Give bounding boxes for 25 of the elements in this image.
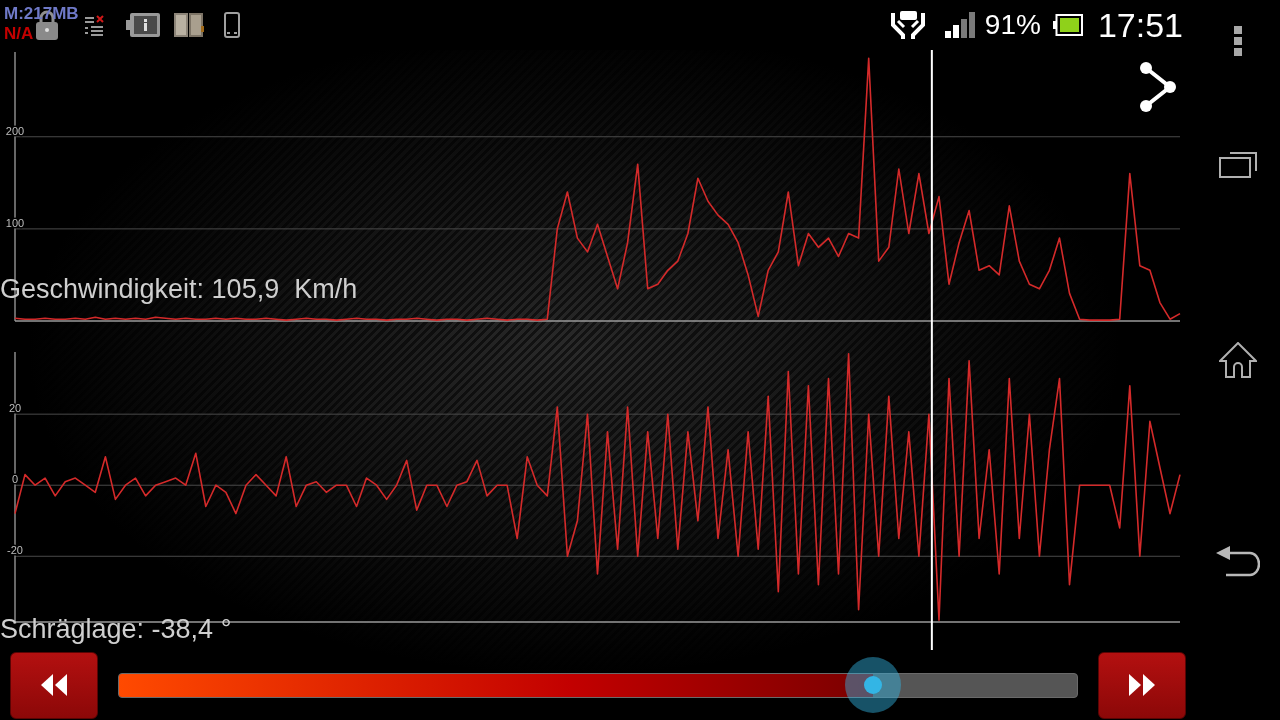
axis-label: -20 bbox=[7, 544, 23, 557]
share-icon[interactable] bbox=[1140, 62, 1176, 112]
clock: 17:51 bbox=[1097, 8, 1183, 42]
battery-percent: 91% bbox=[984, 11, 1041, 39]
fast-forward-icon bbox=[1129, 674, 1155, 696]
home-icon[interactable] bbox=[1219, 342, 1257, 378]
value-reading: Geschwindigkeit: 105,9 Km/h bbox=[0, 276, 358, 303]
rewind-button[interactable] bbox=[10, 651, 98, 719]
signal-icon bbox=[944, 12, 975, 38]
battery-info-icon bbox=[126, 13, 160, 37]
hands-icon bbox=[889, 11, 926, 39]
recent-apps-icon[interactable] bbox=[1219, 152, 1257, 178]
memory-usage: M:217MB bbox=[4, 4, 79, 24]
fast-forward-button[interactable] bbox=[1098, 651, 1186, 719]
phone-icon bbox=[224, 12, 240, 38]
battery-icon bbox=[1052, 14, 1083, 36]
status-text: N/A bbox=[4, 24, 34, 44]
list-icon bbox=[84, 14, 104, 36]
back-icon[interactable] bbox=[1216, 546, 1260, 578]
book-icon bbox=[174, 12, 204, 38]
axis-label: 200 bbox=[5, 124, 25, 137]
rewind-icon bbox=[41, 674, 67, 696]
menu-icon[interactable] bbox=[1234, 26, 1242, 56]
axis-label: 100 bbox=[5, 216, 25, 229]
value-reading: Schräglage: -38,4 ° bbox=[0, 616, 232, 643]
